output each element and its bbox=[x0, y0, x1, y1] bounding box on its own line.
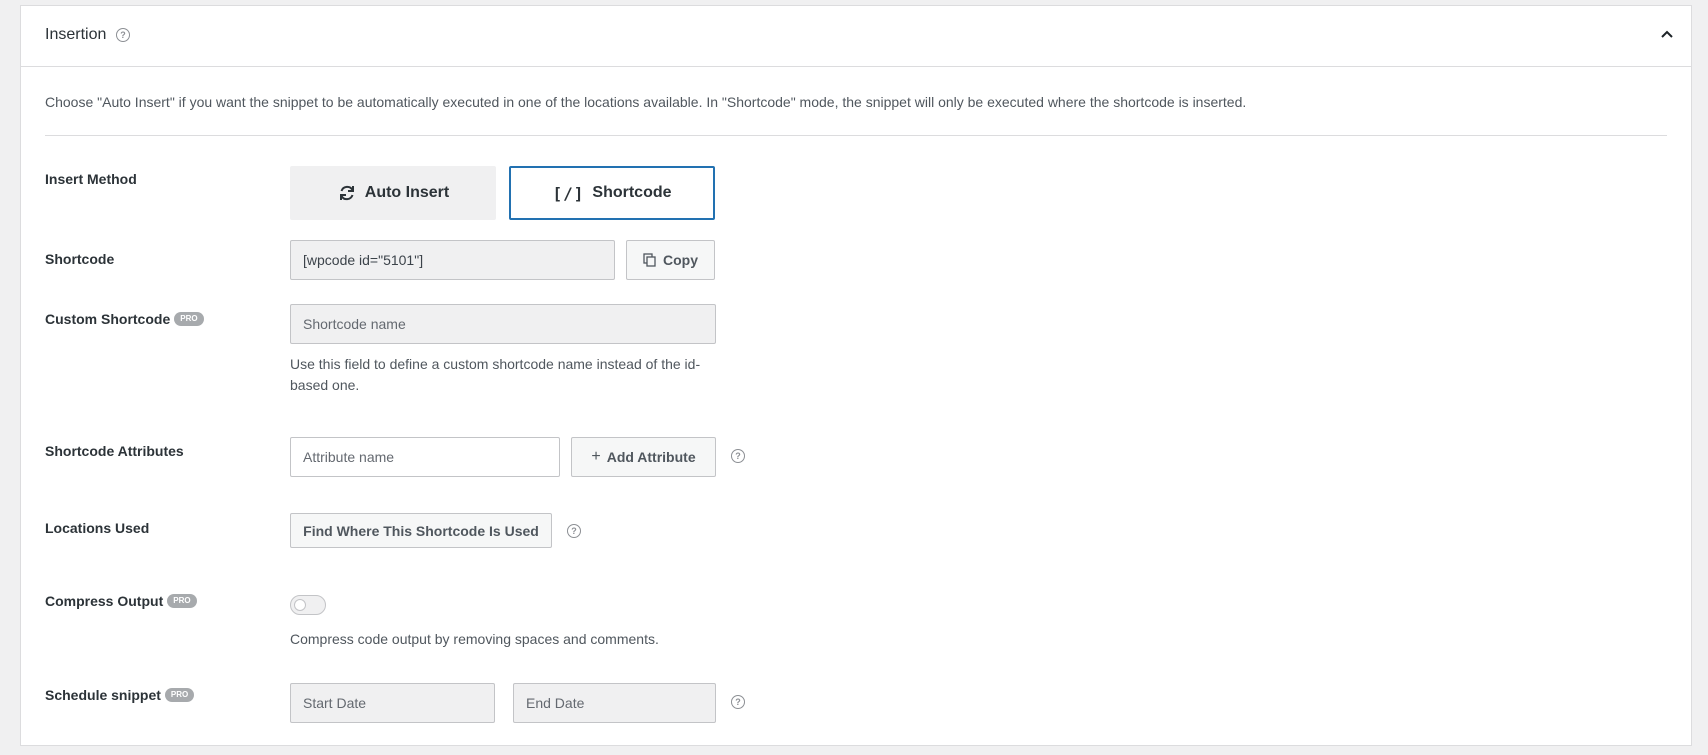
chevron-up-icon bbox=[1661, 30, 1673, 38]
schedule-snippet-label: Schedule snippet PRO bbox=[45, 687, 195, 703]
locations-help-icon[interactable]: ? bbox=[567, 524, 581, 538]
compress-output-toggle[interactable] bbox=[290, 595, 326, 615]
end-date-input[interactable] bbox=[513, 683, 716, 723]
shortcode-icon: [/] bbox=[552, 183, 585, 203]
add-attribute-button[interactable]: + Add Attribute bbox=[571, 437, 716, 477]
compress-output-help: Compress code output by removing spaces … bbox=[290, 631, 659, 647]
locations-used-label: Locations Used bbox=[45, 520, 150, 536]
auto-insert-label: Auto Insert bbox=[364, 184, 450, 201]
panel-header[interactable]: Insertion ? bbox=[21, 6, 1691, 67]
insert-method-label: Insert Method bbox=[45, 171, 137, 187]
help-icon[interactable]: ? bbox=[116, 28, 130, 42]
divider bbox=[45, 135, 1667, 136]
compress-output-label: Compress Output PRO bbox=[45, 593, 197, 609]
attributes-help-icon[interactable]: ? bbox=[731, 449, 745, 463]
shortcode-attributes-label: Shortcode Attributes bbox=[45, 443, 184, 459]
insertion-panel: Insertion ? Choose "Auto Insert" if you … bbox=[20, 5, 1692, 746]
copy-button[interactable]: Copy bbox=[626, 240, 715, 280]
collapse-button[interactable] bbox=[1657, 24, 1677, 44]
shortcode-value-field[interactable]: [wpcode id="5101"] bbox=[290, 240, 615, 280]
plus-icon: + bbox=[591, 448, 601, 465]
panel-title: Insertion bbox=[45, 26, 107, 43]
intro-text: Choose "Auto Insert" if you want the sni… bbox=[45, 94, 1247, 110]
custom-shortcode-label: Custom Shortcode PRO bbox=[45, 311, 204, 327]
auto-insert-button[interactable]: Auto Insert bbox=[290, 166, 496, 220]
custom-shortcode-help: Use this field to define a custom shortc… bbox=[290, 356, 701, 393]
toggle-knob bbox=[294, 599, 306, 611]
custom-shortcode-input[interactable] bbox=[290, 304, 716, 344]
pro-badge: PRO bbox=[164, 688, 195, 702]
shortcode-method-label: Shortcode bbox=[592, 184, 672, 201]
shortcode-method-button[interactable]: [/] Shortcode bbox=[509, 166, 715, 220]
attribute-name-input[interactable] bbox=[290, 437, 560, 477]
shortcode-label: Shortcode bbox=[45, 251, 115, 267]
schedule-help-icon[interactable]: ? bbox=[731, 695, 745, 709]
pro-badge: PRO bbox=[174, 312, 204, 326]
find-locations-button[interactable]: Find Where This Shortcode Is Used bbox=[290, 513, 552, 548]
copy-icon bbox=[643, 253, 656, 267]
pro-badge: PRO bbox=[167, 594, 197, 608]
start-date-input[interactable] bbox=[290, 683, 495, 723]
refresh-icon bbox=[339, 185, 354, 201]
